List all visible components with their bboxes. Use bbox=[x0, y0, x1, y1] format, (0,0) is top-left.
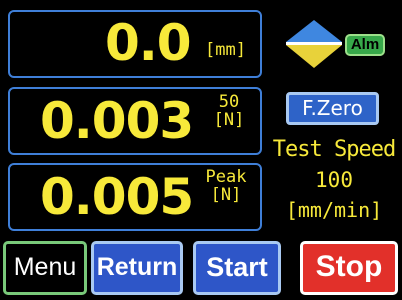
peak-label: Peak bbox=[205, 167, 247, 187]
peak-value: 0.005 bbox=[40, 168, 194, 226]
return-button[interactable]: Return bbox=[91, 241, 183, 295]
up-arrow-icon bbox=[286, 20, 342, 42]
force-range-label: 50 bbox=[218, 92, 240, 112]
test-speed-unit: [mm/min] bbox=[285, 198, 383, 222]
peak-unit-stack: Peak [N] bbox=[193, 168, 259, 204]
stop-button[interactable]: Stop bbox=[300, 241, 398, 295]
peak-unit: [N] bbox=[210, 185, 242, 205]
test-speed-label: Test Speed bbox=[272, 137, 396, 162]
arrow-divider bbox=[286, 42, 342, 45]
force-unit-stack: 50 [N] bbox=[209, 93, 249, 129]
alarm-badge[interactable]: Alm bbox=[345, 34, 385, 56]
up-down-arrow-icon bbox=[286, 20, 342, 68]
position-unit: [mm] bbox=[205, 40, 246, 60]
menu-button[interactable]: Menu bbox=[3, 241, 87, 295]
test-speed-value: 100 bbox=[315, 168, 353, 192]
position-value: 0.0 bbox=[105, 14, 192, 72]
start-button[interactable]: Start bbox=[193, 241, 281, 295]
force-zero-button[interactable]: F.Zero bbox=[286, 92, 379, 125]
force-value: 0.003 bbox=[40, 92, 194, 150]
force-unit: [N] bbox=[213, 110, 245, 130]
down-arrow-icon bbox=[286, 45, 342, 68]
